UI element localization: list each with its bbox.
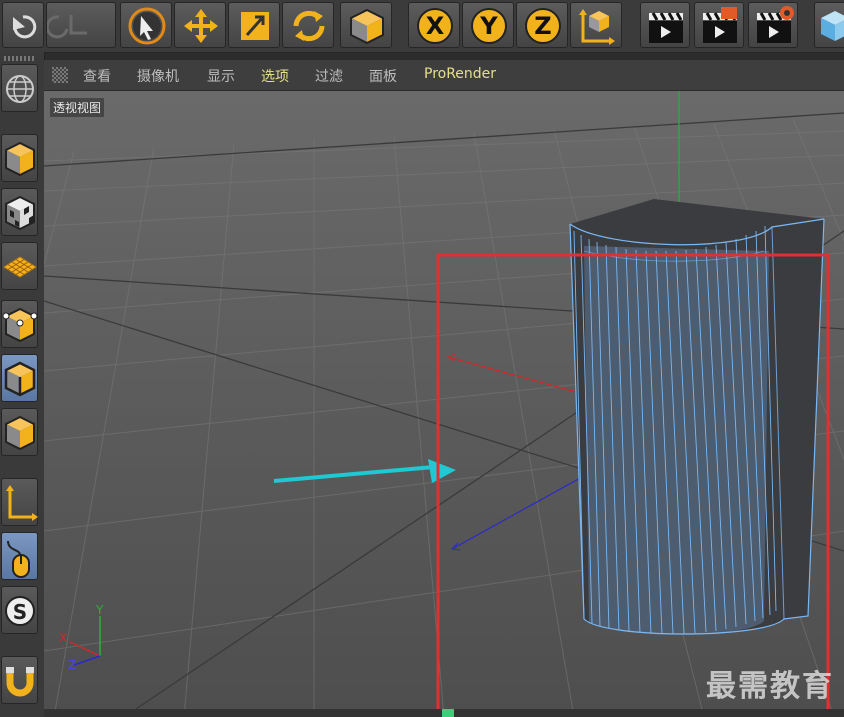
z-axis-lock-button[interactable]: Z bbox=[516, 2, 568, 48]
coordinate-system-button[interactable] bbox=[570, 2, 622, 48]
x-axis-label: X bbox=[426, 12, 445, 40]
y-axis-icon: Y bbox=[471, 8, 507, 44]
y-axis-label: Y bbox=[479, 12, 498, 40]
cube-object-button[interactable] bbox=[814, 2, 844, 48]
annotation-arrow bbox=[273, 459, 456, 483]
cube-icon bbox=[350, 8, 384, 45]
viewport-label: 透视视图 bbox=[50, 98, 105, 117]
viewport-menubar: 查看 摄像机 显示 选项 过滤 面板 ProRender bbox=[44, 60, 844, 91]
move-button[interactable] bbox=[174, 2, 226, 48]
redo-icon bbox=[47, 15, 87, 39]
axis-gizmo: Y X Z bbox=[59, 603, 104, 672]
cube-icon bbox=[5, 141, 35, 177]
last-tool-button[interactable] bbox=[340, 2, 392, 48]
workplane-mode-button[interactable] bbox=[1, 242, 38, 290]
undo-button[interactable] bbox=[2, 2, 44, 48]
menu-panel[interactable]: 面板 bbox=[369, 66, 397, 86]
live-select-button[interactable] bbox=[120, 2, 172, 48]
z-axis-label: Z bbox=[534, 12, 551, 40]
perspective-viewport[interactable]: Y X Z 透视视图 最需教育 bbox=[44, 91, 844, 717]
cube-edges-icon bbox=[4, 361, 36, 397]
clapper-gear-icon bbox=[757, 6, 794, 43]
undo-icon bbox=[13, 15, 37, 39]
axis-icon bbox=[6, 485, 38, 521]
polygon-mode-button[interactable] bbox=[1, 408, 38, 456]
point-mode-button[interactable] bbox=[1, 300, 38, 348]
viewport-scene: Y X Z bbox=[44, 91, 844, 717]
timeline-strip bbox=[44, 709, 844, 717]
sidebar-grip[interactable] bbox=[4, 56, 36, 61]
cylinder-object[interactable] bbox=[569, 199, 825, 635]
rotate-button[interactable] bbox=[282, 2, 334, 48]
cube-polygons-icon bbox=[5, 415, 35, 451]
menu-cameras[interactable]: 摄像机 bbox=[137, 66, 179, 86]
scale-icon bbox=[241, 12, 269, 40]
x-axis-line bbox=[447, 356, 581, 394]
edge-mode-button[interactable] bbox=[1, 354, 38, 402]
redo-button[interactable] bbox=[46, 2, 116, 48]
z-axis-icon: Z bbox=[525, 8, 561, 44]
main-toolbar: X Y Z bbox=[0, 0, 844, 53]
y-axis-lock-button[interactable]: Y bbox=[462, 2, 514, 48]
magnet-button[interactable] bbox=[1, 656, 38, 704]
render-picture-viewer-button[interactable] bbox=[694, 2, 744, 48]
watermark: 最需教育 bbox=[706, 669, 834, 704]
menu-display[interactable]: 显示 bbox=[207, 66, 235, 86]
magnet-icon bbox=[6, 667, 34, 697]
checker-cube-icon bbox=[5, 195, 35, 231]
x-axis-icon: X bbox=[417, 8, 453, 44]
svg-text:S: S bbox=[13, 600, 27, 624]
mouse-icon bbox=[7, 540, 30, 578]
timeline-playhead[interactable] bbox=[442, 709, 454, 717]
grid-plane-icon bbox=[3, 256, 37, 278]
arrow-cursor-icon bbox=[128, 7, 166, 45]
mode-sidebar: S bbox=[0, 52, 45, 717]
render-settings-button[interactable] bbox=[748, 2, 798, 48]
make-editable-button[interactable] bbox=[1, 64, 38, 112]
gizmo-x-label: X bbox=[59, 631, 67, 645]
world-coordinates-icon bbox=[579, 9, 615, 45]
axis-mode-button[interactable] bbox=[1, 478, 38, 526]
gizmo-z-label: Z bbox=[68, 658, 76, 672]
move-arrows-icon bbox=[184, 9, 218, 43]
menu-prorender[interactable]: ProRender bbox=[424, 66, 496, 82]
panel-grip-icon[interactable] bbox=[52, 67, 68, 83]
tweak-mode-button[interactable] bbox=[1, 532, 38, 580]
clapper-icon bbox=[649, 12, 683, 43]
cube-icon bbox=[821, 11, 844, 41]
rotate-icon bbox=[293, 10, 325, 42]
texture-mode-button[interactable] bbox=[1, 188, 38, 236]
model-mode-button[interactable] bbox=[1, 134, 38, 182]
menu-filter[interactable]: 过滤 bbox=[315, 66, 343, 86]
globe-mesh-icon bbox=[6, 75, 34, 103]
x-axis-lock-button[interactable]: X bbox=[408, 2, 460, 48]
cube-points-icon bbox=[2, 307, 38, 343]
render-view-button[interactable] bbox=[640, 2, 690, 48]
snap-button[interactable]: S bbox=[1, 586, 38, 634]
clapper-icon bbox=[703, 7, 737, 43]
s-icon: S bbox=[5, 596, 35, 626]
scale-button[interactable] bbox=[228, 2, 280, 48]
menu-view[interactable]: 查看 bbox=[83, 66, 111, 86]
menu-options[interactable]: 选项 bbox=[261, 66, 289, 86]
gizmo-y-label: Y bbox=[95, 603, 104, 617]
